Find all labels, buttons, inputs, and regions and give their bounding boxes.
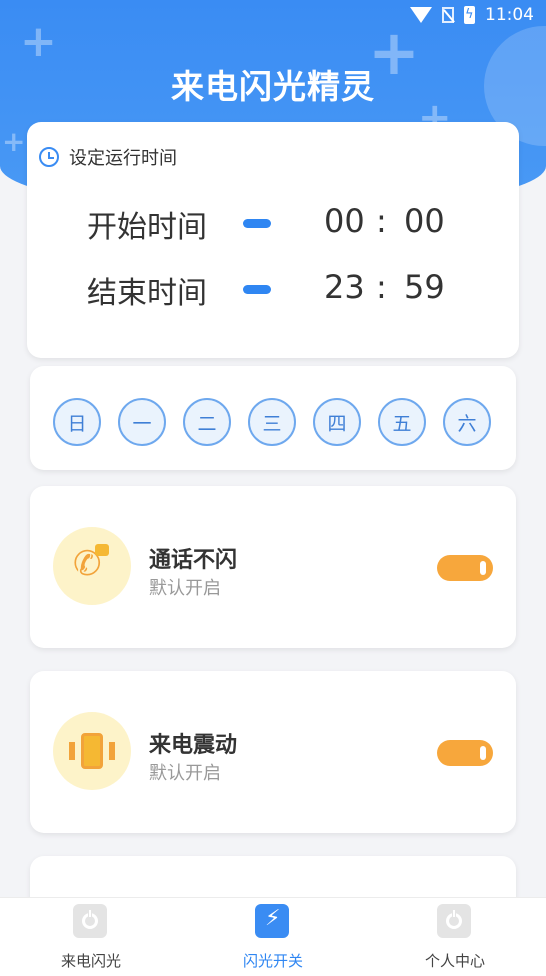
wifi-icon	[410, 7, 432, 23]
weekday-friday[interactable]: 五	[378, 398, 426, 446]
status-bar: 11:04	[0, 0, 546, 30]
start-time-label: 开始时间	[87, 210, 207, 245]
power-icon	[437, 904, 471, 938]
start-time-separator: :	[376, 202, 387, 240]
weekday-card: 日 一 二 三 四 五 六	[30, 366, 516, 470]
end-time-label: 结束时间	[87, 276, 207, 311]
app-title: 来电闪光精灵	[171, 67, 375, 106]
toggle-knob	[480, 746, 486, 760]
tab-label: 闪光开关	[242, 952, 303, 970]
feature-title: 来电震动	[149, 733, 238, 758]
battery-charging-icon	[464, 6, 475, 24]
plus-decoration-icon: +	[2, 125, 26, 158]
tab-personal-center[interactable]: 个人中心	[395, 898, 515, 976]
feature-subtitle: 默认开启	[149, 578, 221, 599]
vibrate-phone-icon	[53, 712, 131, 790]
feature-title: 通话不闪	[149, 548, 238, 573]
tab-label: 来电闪光	[60, 952, 121, 970]
weekday-wednesday[interactable]: 三	[248, 398, 296, 446]
weekday-thursday[interactable]: 四	[313, 398, 361, 446]
dash-icon	[243, 285, 271, 294]
weekday-monday[interactable]: 一	[118, 398, 166, 446]
tab-label: 个人中心	[424, 952, 485, 970]
tab-call-flash[interactable]: 来电闪光	[31, 898, 151, 976]
start-time-row[interactable]: 开始时间 00 : 00	[27, 198, 519, 248]
schedule-heading: 设定运行时间	[39, 144, 177, 170]
power-icon	[73, 904, 107, 938]
end-time-row[interactable]: 结束时间 23 : 59	[27, 264, 519, 314]
weekday-tuesday[interactable]: 二	[183, 398, 231, 446]
status-time: 11:04	[485, 5, 534, 25]
schedule-heading-label: 设定运行时间	[69, 148, 177, 169]
feature-card-call-vibration: 来电震动 默认开启	[30, 671, 516, 833]
end-hour[interactable]: 23	[324, 268, 365, 306]
toggle-knob	[480, 561, 486, 575]
phone-chat-icon: ✆	[53, 527, 131, 605]
feature-subtitle: 默认开启	[149, 763, 221, 784]
start-minute[interactable]: 00	[404, 202, 445, 240]
dash-icon	[243, 219, 271, 228]
schedule-card: 设定运行时间 开始时间 00 : 00 结束时间 23 : 59	[27, 122, 519, 358]
flash-icon: ⚡	[255, 904, 289, 938]
end-minute[interactable]: 59	[404, 268, 445, 306]
end-time-separator: :	[376, 268, 387, 306]
clock-icon	[39, 147, 59, 167]
weekday-sunday[interactable]: 日	[53, 398, 101, 446]
weekday-saturday[interactable]: 六	[443, 398, 491, 446]
feature-card-no-flash-during-call: ✆ 通话不闪 默认开启	[30, 486, 516, 648]
call-vibration-toggle[interactable]	[437, 740, 493, 766]
start-hour[interactable]: 00	[324, 202, 365, 240]
bottom-tab-bar: 来电闪光 ⚡ 闪光开关 个人中心	[0, 897, 546, 976]
no-sim-icon	[442, 7, 454, 23]
no-flash-during-call-toggle[interactable]	[437, 555, 493, 581]
tab-flash-switch[interactable]: ⚡ 闪光开关	[213, 898, 333, 976]
